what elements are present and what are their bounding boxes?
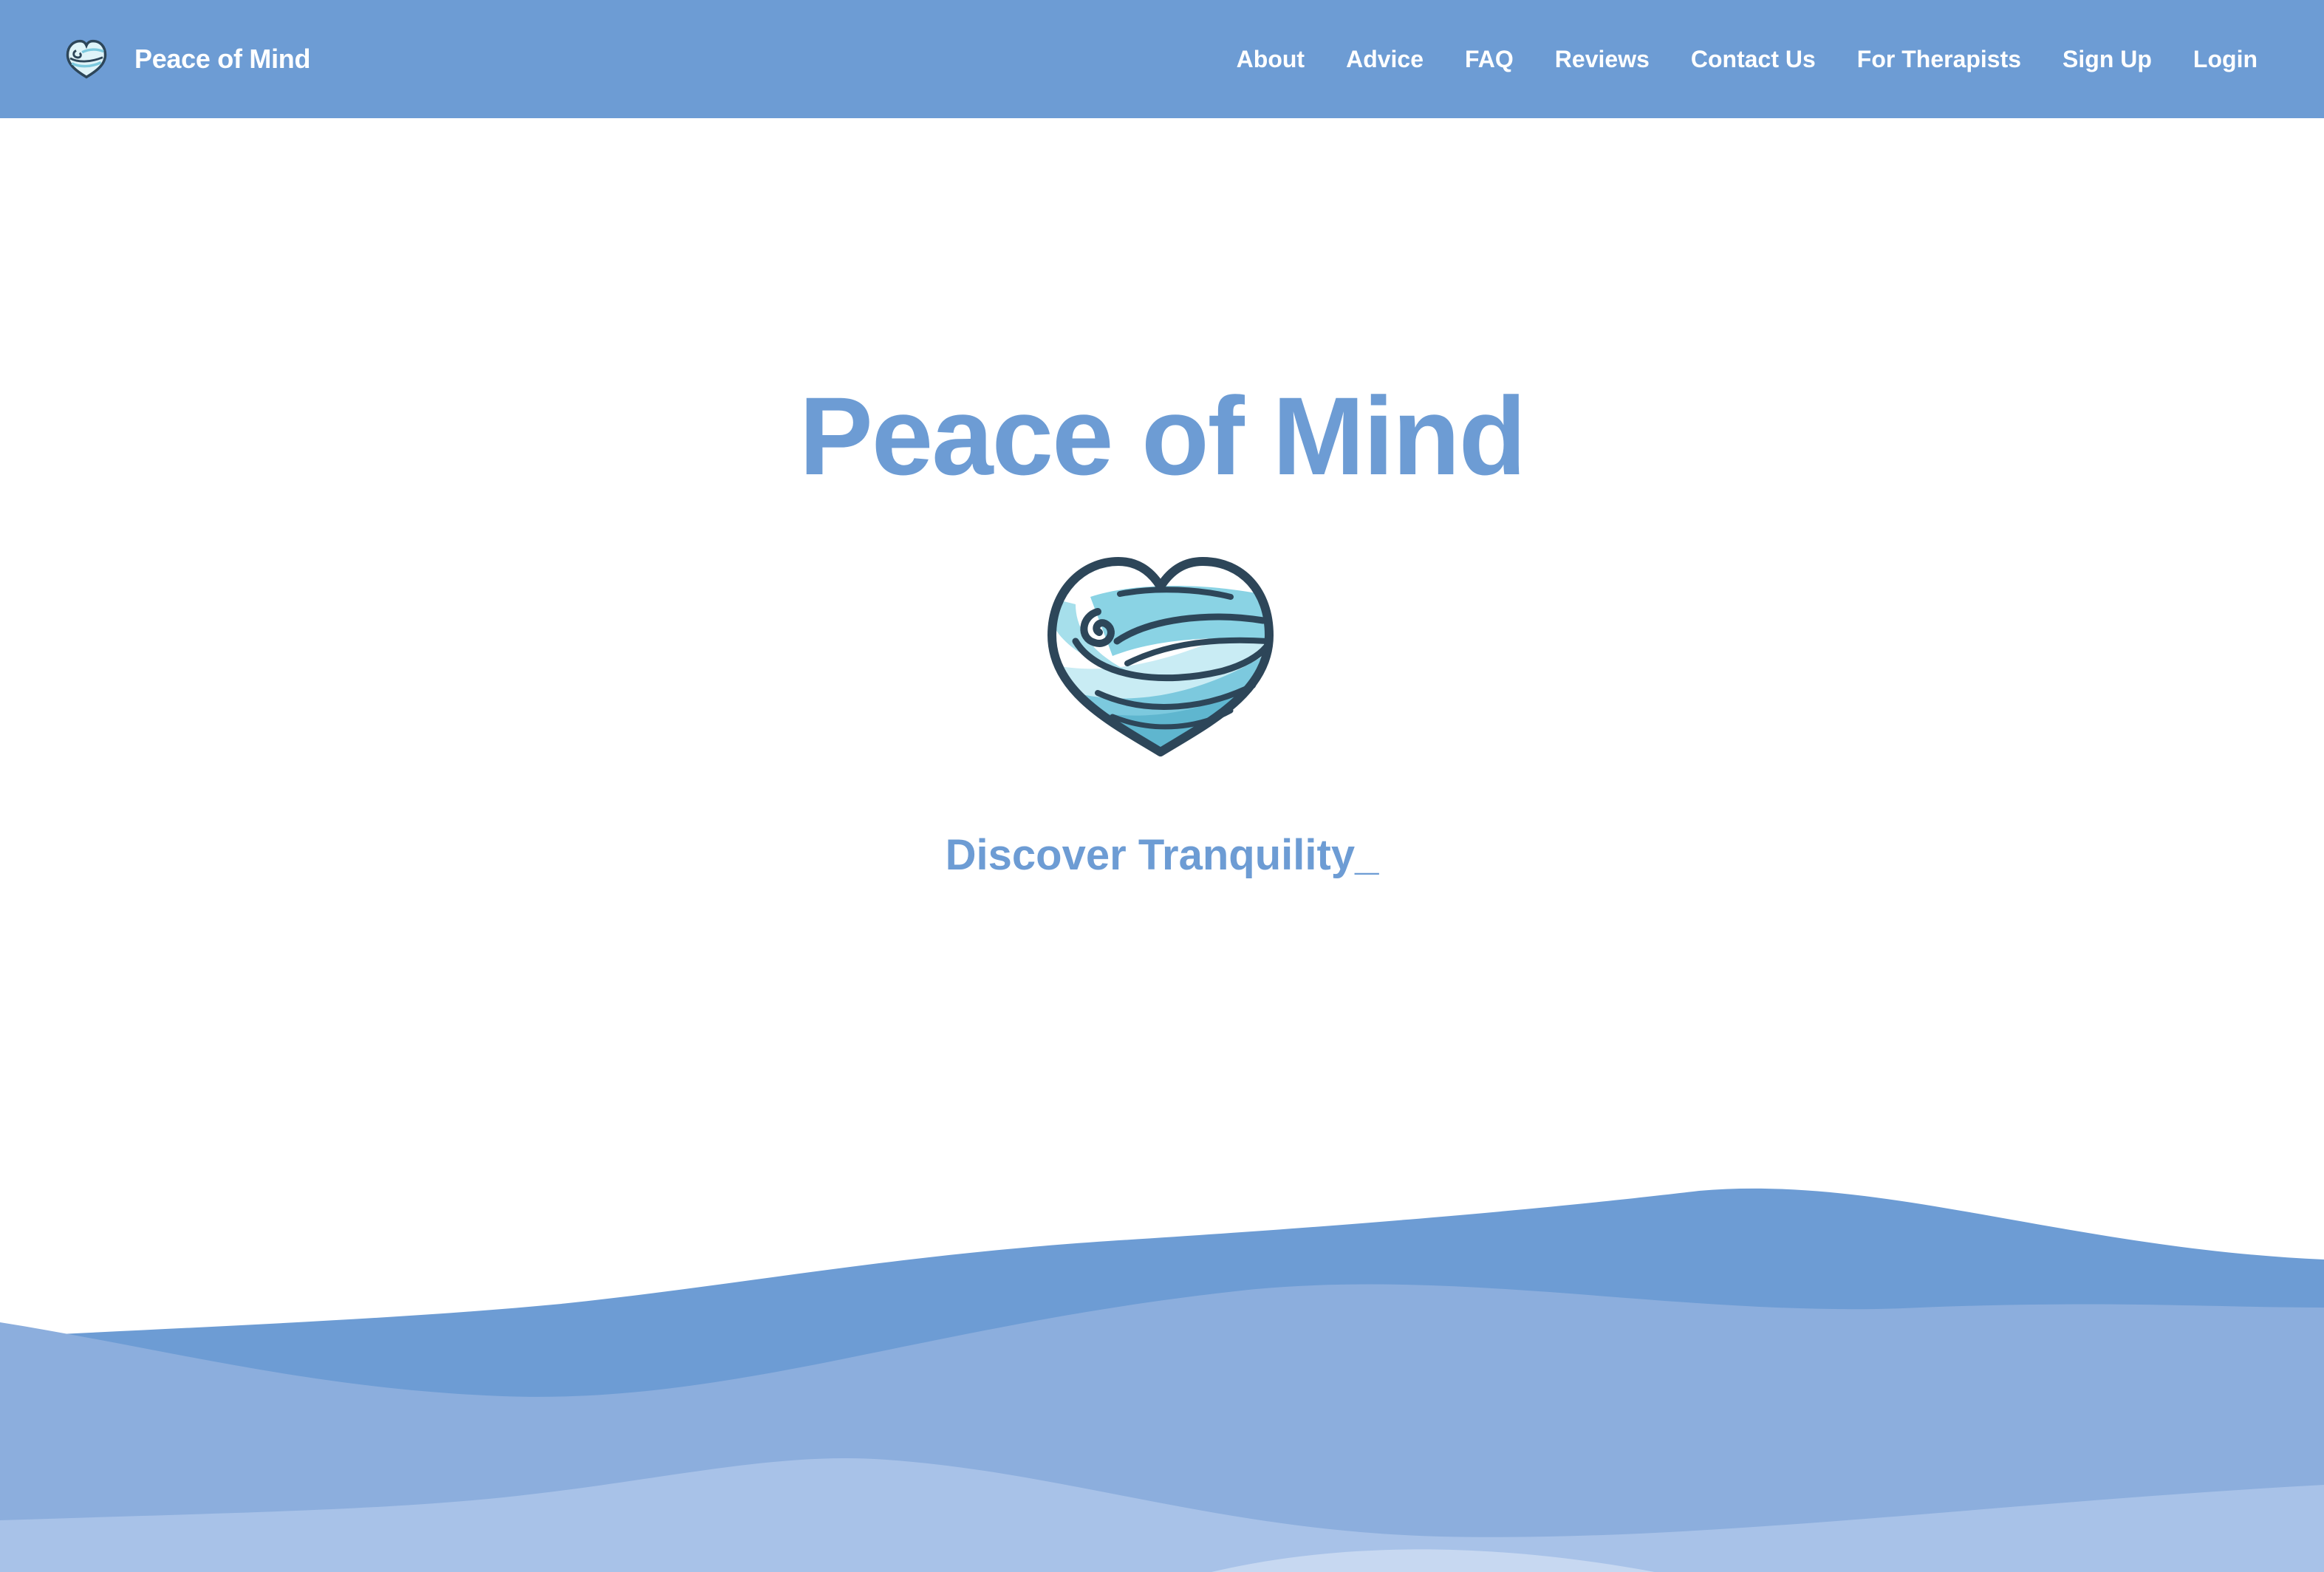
- decorative-waves: [0, 1188, 2324, 1572]
- top-navbar: Peace of Mind About Advice FAQ Reviews C…: [0, 0, 2324, 118]
- brand-name: Peace of Mind: [134, 44, 311, 74]
- nav-sign-up[interactable]: Sign Up: [2062, 46, 2152, 73]
- nav-about[interactable]: About: [1237, 46, 1305, 73]
- nav-faq[interactable]: FAQ: [1465, 46, 1514, 73]
- heart-wave-logo-icon: [1047, 557, 1274, 756]
- hero-tagline: Discover Tranquility_: [945, 831, 1379, 879]
- nav-contact-us[interactable]: Contact Us: [1691, 46, 1816, 73]
- brand-home-link[interactable]: Peace of Mind: [65, 0, 310, 118]
- nav-login[interactable]: Login: [2193, 46, 2258, 73]
- nav-advice[interactable]: Advice: [1346, 46, 1424, 73]
- heart-wave-logo-icon: [66, 39, 107, 79]
- nav-reviews[interactable]: Reviews: [1555, 46, 1650, 73]
- main-nav: About Advice FAQ Reviews Contact Us For …: [1237, 0, 2258, 118]
- hero-title: Peace of Mind: [799, 374, 1527, 498]
- nav-for-therapists[interactable]: For Therapists: [1857, 46, 2021, 73]
